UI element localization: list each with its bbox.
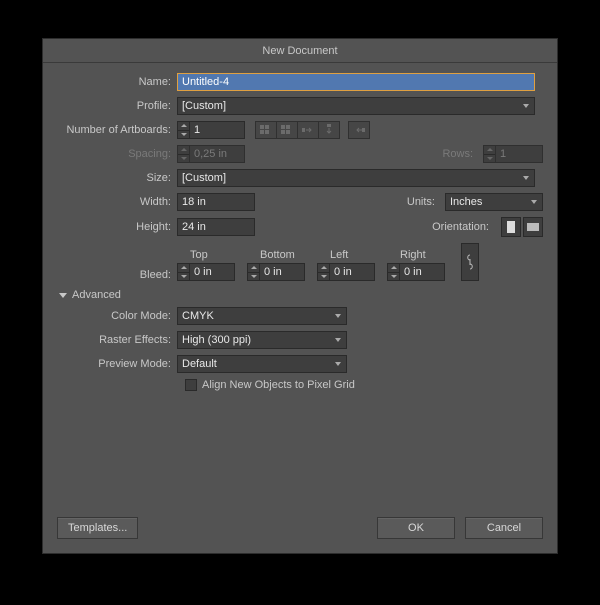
spacing-input (189, 145, 245, 163)
units-value: Inches (450, 196, 482, 208)
artboards-spinner[interactable] (177, 121, 245, 139)
profile-dropdown[interactable]: [Custom] (177, 97, 535, 115)
templates-button[interactable]: Templates... (57, 517, 138, 539)
arrange-down-icon[interactable] (318, 121, 340, 139)
name-input[interactable] (177, 73, 535, 91)
artboards-input[interactable] (189, 121, 245, 139)
color-mode-value: CMYK (182, 310, 214, 322)
chevron-down-icon (523, 176, 529, 180)
bleed-bottom-spinner[interactable] (247, 263, 305, 281)
units-dropdown[interactable]: Inches (445, 193, 543, 211)
ok-button[interactable]: OK (377, 517, 455, 539)
bleed-right-label: Right (387, 249, 445, 261)
bleed-left-label: Left (317, 249, 375, 261)
profile-label: Profile: (57, 100, 177, 112)
bleed-bottom-label: Bottom (247, 249, 305, 261)
name-label: Name: (57, 76, 177, 88)
bleed-top-spinner[interactable] (177, 263, 235, 281)
chevron-down-icon (523, 104, 529, 108)
width-input[interactable] (177, 193, 255, 211)
units-label: Units: (407, 196, 441, 208)
grid-by-row-icon[interactable] (255, 121, 277, 139)
chevron-down-icon (335, 338, 341, 342)
orientation-landscape-button[interactable] (523, 217, 543, 237)
orientation-label: Orientation: (432, 221, 495, 233)
raster-label: Raster Effects: (57, 334, 177, 346)
bleed-right-spinner[interactable] (387, 263, 445, 281)
bleed-link-button[interactable] (461, 243, 479, 281)
advanced-label: Advanced (72, 289, 121, 301)
bleed-label: Bleed: (57, 269, 177, 281)
bleed-bottom-input[interactable] (259, 263, 305, 281)
align-pixel-label: Align New Objects to Pixel Grid (202, 379, 355, 391)
artboards-label: Number of Artboards: (57, 124, 177, 136)
size-value: [Custom] (182, 172, 226, 184)
raster-dropdown[interactable]: High (300 ppi) (177, 331, 347, 349)
align-pixel-checkbox[interactable] (185, 379, 197, 391)
chevron-down-icon (531, 200, 537, 204)
rows-label: Rows: (442, 148, 479, 160)
bleed-top-input[interactable] (189, 263, 235, 281)
size-dropdown[interactable]: [Custom] (177, 169, 535, 187)
height-input[interactable] (177, 218, 255, 236)
color-mode-dropdown[interactable]: CMYK (177, 307, 347, 325)
new-document-dialog: New Document Name: Profile: [Custom] Num… (42, 38, 558, 554)
disclosure-triangle-icon (59, 293, 67, 298)
rows-input (495, 145, 543, 163)
chevron-down-icon (335, 362, 341, 366)
height-label: Height: (57, 221, 177, 233)
bleed-left-input[interactable] (329, 263, 375, 281)
arrange-left-icon[interactable] (348, 121, 370, 139)
dialog-title: New Document (43, 39, 557, 63)
chevron-down-icon (335, 314, 341, 318)
size-label: Size: (57, 172, 177, 184)
cancel-button[interactable]: Cancel (465, 517, 543, 539)
spacing-spinner (177, 145, 245, 163)
raster-value: High (300 ppi) (182, 334, 251, 346)
width-label: Width: (57, 196, 177, 208)
preview-label: Preview Mode: (57, 358, 177, 370)
advanced-section-toggle[interactable]: Advanced (59, 289, 543, 301)
grid-by-col-icon[interactable] (276, 121, 298, 139)
bleed-top-label: Top (177, 249, 235, 261)
color-mode-label: Color Mode: (57, 310, 177, 322)
bleed-right-input[interactable] (399, 263, 445, 281)
rows-spinner (483, 145, 543, 163)
bleed-left-spinner[interactable] (317, 263, 375, 281)
preview-dropdown[interactable]: Default (177, 355, 347, 373)
arrange-right-icon[interactable] (297, 121, 319, 139)
profile-value: [Custom] (182, 100, 226, 112)
preview-value: Default (182, 358, 217, 370)
orientation-portrait-button[interactable] (501, 217, 521, 237)
spacing-label: Spacing: (57, 148, 177, 160)
